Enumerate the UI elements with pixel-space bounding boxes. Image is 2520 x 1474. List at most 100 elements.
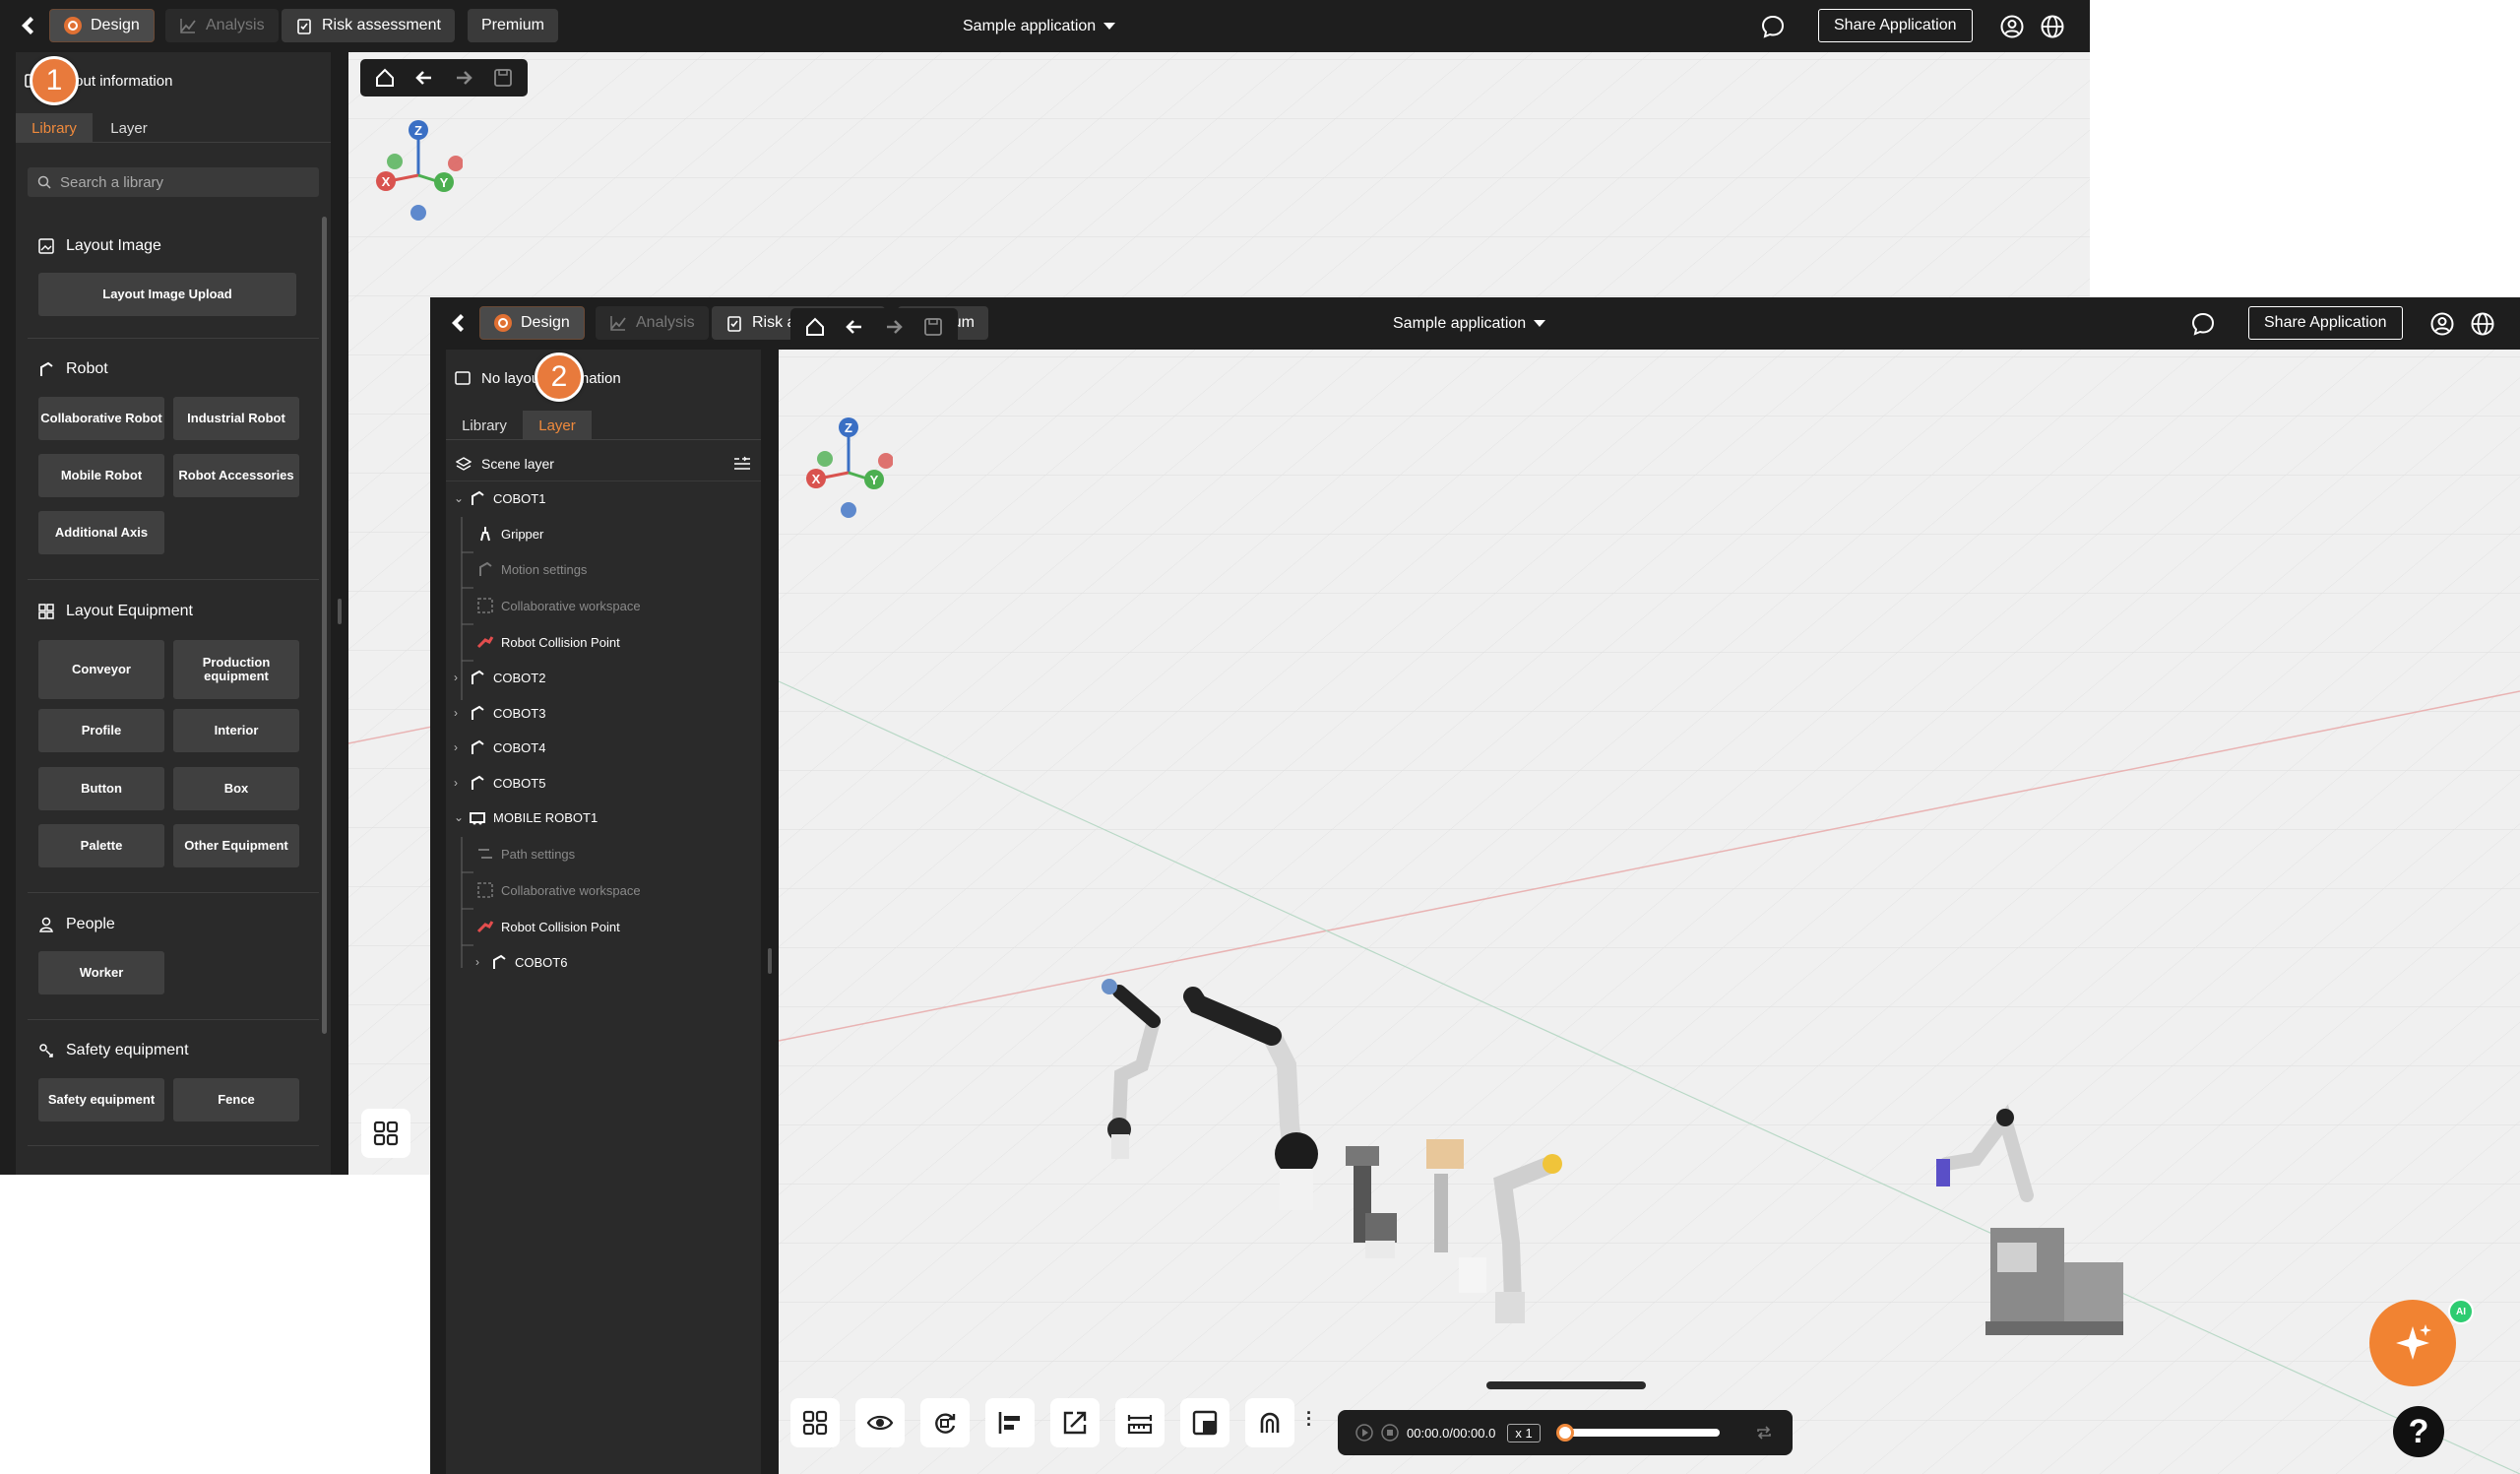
more-icon[interactable]: · · · xyxy=(1306,1404,1312,1434)
safety-equipment-button[interactable]: Safety equipment xyxy=(38,1078,164,1122)
ai-assistant-button[interactable] xyxy=(2369,1300,2456,1386)
drag-handle[interactable] xyxy=(1486,1381,1646,1389)
layer-item-cobot6[interactable]: › COBOT6 xyxy=(475,945,567,979)
robot-model-mobile-robot xyxy=(1936,1104,2123,1335)
button-button[interactable]: Button xyxy=(38,767,164,810)
panel-tabs: Library Layer xyxy=(16,113,331,143)
collaborative-robot-button[interactable]: Collaborative Robot xyxy=(38,397,164,440)
panel-scrollbar[interactable] xyxy=(322,217,327,1034)
app-name-dropdown[interactable]: Sample application xyxy=(1393,297,1546,350)
top-bar: Design Analysis Risk assessment Premium … xyxy=(430,297,2520,350)
search-input[interactable]: Search a library xyxy=(28,167,319,197)
mobile-robot-button[interactable]: Mobile Robot xyxy=(38,454,164,497)
back-icon[interactable] xyxy=(17,14,38,37)
section-layout-image: Layout Image xyxy=(37,237,161,255)
undo-icon[interactable] xyxy=(413,67,435,89)
app-name-dropdown[interactable]: Sample application xyxy=(963,0,1116,52)
worker-button[interactable]: Worker xyxy=(38,951,164,994)
share-application-button[interactable]: Share Application xyxy=(2248,306,2403,340)
tab-analysis[interactable]: Analysis xyxy=(165,9,279,42)
back-icon[interactable] xyxy=(447,311,469,335)
share-application-button[interactable]: Share Application xyxy=(1818,9,1973,42)
export-icon xyxy=(1063,1411,1087,1435)
tab-analysis[interactable]: Analysis xyxy=(596,306,709,340)
home-icon[interactable] xyxy=(804,316,826,338)
tab-premium[interactable]: Premium xyxy=(468,9,559,42)
axis-gizmo[interactable]: Z X Y xyxy=(374,116,463,234)
box-button[interactable]: Box xyxy=(173,767,299,810)
panel-resize-handle[interactable] xyxy=(768,948,772,974)
save-icon[interactable] xyxy=(922,316,944,338)
ai-badge: AI xyxy=(2448,1299,2474,1324)
save-icon[interactable] xyxy=(492,67,514,89)
layout-grid-button[interactable] xyxy=(361,1109,410,1158)
help-button[interactable]: ? xyxy=(2393,1406,2444,1457)
person-icon xyxy=(39,917,53,932)
layout-grid-button[interactable] xyxy=(790,1398,840,1447)
playback-speed[interactable]: x 1 xyxy=(1507,1423,1541,1442)
conveyor-button[interactable]: Conveyor xyxy=(38,640,164,699)
play-icon[interactable] xyxy=(1355,1424,1373,1442)
safety-icon xyxy=(39,1044,53,1057)
layer-item-robot-collision-point[interactable]: Robot Collision Point xyxy=(475,625,620,659)
production-equipment-button[interactable]: Production equipment xyxy=(173,640,299,699)
interior-button[interactable]: Interior xyxy=(173,709,299,752)
loop-icon[interactable] xyxy=(1755,1424,1773,1442)
redo-icon[interactable] xyxy=(453,67,474,89)
tab-design[interactable]: Design xyxy=(49,9,155,42)
panel-resize-handle[interactable] xyxy=(338,599,342,624)
align-button[interactable] xyxy=(985,1398,1035,1447)
layer-panel-body: No layout information Library Layer Scen… xyxy=(446,350,761,1474)
layout-image-upload-button[interactable]: Layout Image Upload xyxy=(38,273,296,316)
axis-gizmo[interactable]: Z X Y xyxy=(804,414,893,532)
timeline-player: 00:00.0/00:00.0 x 1 xyxy=(1338,1410,1793,1455)
layer-item-gripper[interactable]: Gripper xyxy=(475,517,543,550)
sparkle-icon xyxy=(2396,1324,2431,1360)
layer-item-path-settings[interactable]: Path settings xyxy=(475,837,575,870)
additional-axis-button[interactable]: Additional Axis xyxy=(38,511,164,554)
export-button[interactable] xyxy=(1050,1398,1100,1447)
magnet-icon xyxy=(1260,1412,1280,1433)
scene-layer-header[interactable]: Scene layer xyxy=(446,446,761,481)
layer-item-collaborative-workspace[interactable]: Collaborative workspace xyxy=(475,589,641,622)
design-icon xyxy=(64,17,82,34)
measure-button[interactable] xyxy=(1115,1398,1165,1447)
layer-item-robot-collision-point-2[interactable]: Robot Collision Point xyxy=(475,910,620,943)
profile-button[interactable]: Profile xyxy=(38,709,164,752)
layer-item-motion-settings[interactable]: Motion settings xyxy=(475,552,587,586)
robot-accessories-button[interactable]: Robot Accessories xyxy=(173,454,299,497)
tab-library[interactable]: Library xyxy=(446,411,523,440)
tab-risk-assessment[interactable]: Risk assessment xyxy=(282,9,455,42)
industrial-robot-button[interactable]: Industrial Robot xyxy=(173,397,299,440)
other-equipment-button[interactable]: Other Equipment xyxy=(173,824,299,867)
divider xyxy=(28,1145,319,1146)
tab-layer[interactable]: Layer xyxy=(93,113,165,143)
stop-icon[interactable] xyxy=(1381,1424,1399,1442)
timeline-slider[interactable] xyxy=(1555,1424,1720,1442)
tab-design[interactable]: Design xyxy=(479,306,585,340)
collapse-all-icon[interactable] xyxy=(733,456,751,472)
magnet-button[interactable] xyxy=(1245,1398,1294,1447)
section-safety-equipment: Safety equipment xyxy=(37,1042,189,1059)
tab-layer[interactable]: Layer xyxy=(523,411,592,440)
minimap-button[interactable] xyxy=(1180,1398,1229,1447)
chevron-down-icon xyxy=(1534,320,1546,327)
timeline-knob[interactable] xyxy=(1555,1424,1574,1442)
redo-icon[interactable] xyxy=(883,316,905,338)
palette-button[interactable]: Palette xyxy=(38,824,164,867)
undo-icon[interactable] xyxy=(844,316,865,338)
visibility-button[interactable] xyxy=(855,1398,905,1447)
globe-icon[interactable] xyxy=(2470,311,2495,337)
chat-icon[interactable] xyxy=(2190,311,2216,337)
user-icon[interactable] xyxy=(1999,14,2025,39)
globe-icon[interactable] xyxy=(2040,14,2065,39)
layer-item-collaborative-workspace-2[interactable]: Collaborative workspace xyxy=(475,873,641,907)
fence-button[interactable]: Fence xyxy=(173,1078,299,1122)
tab-library[interactable]: Library xyxy=(16,113,93,143)
home-icon[interactable] xyxy=(374,67,396,89)
rotate-button[interactable] xyxy=(920,1398,970,1447)
chat-icon[interactable] xyxy=(1760,14,1786,39)
user-icon[interactable] xyxy=(2429,311,2455,337)
axis-z-label: Z xyxy=(414,123,422,138)
screenshot-layer-view: Design Analysis Risk assessment Premium … xyxy=(430,297,2520,1474)
